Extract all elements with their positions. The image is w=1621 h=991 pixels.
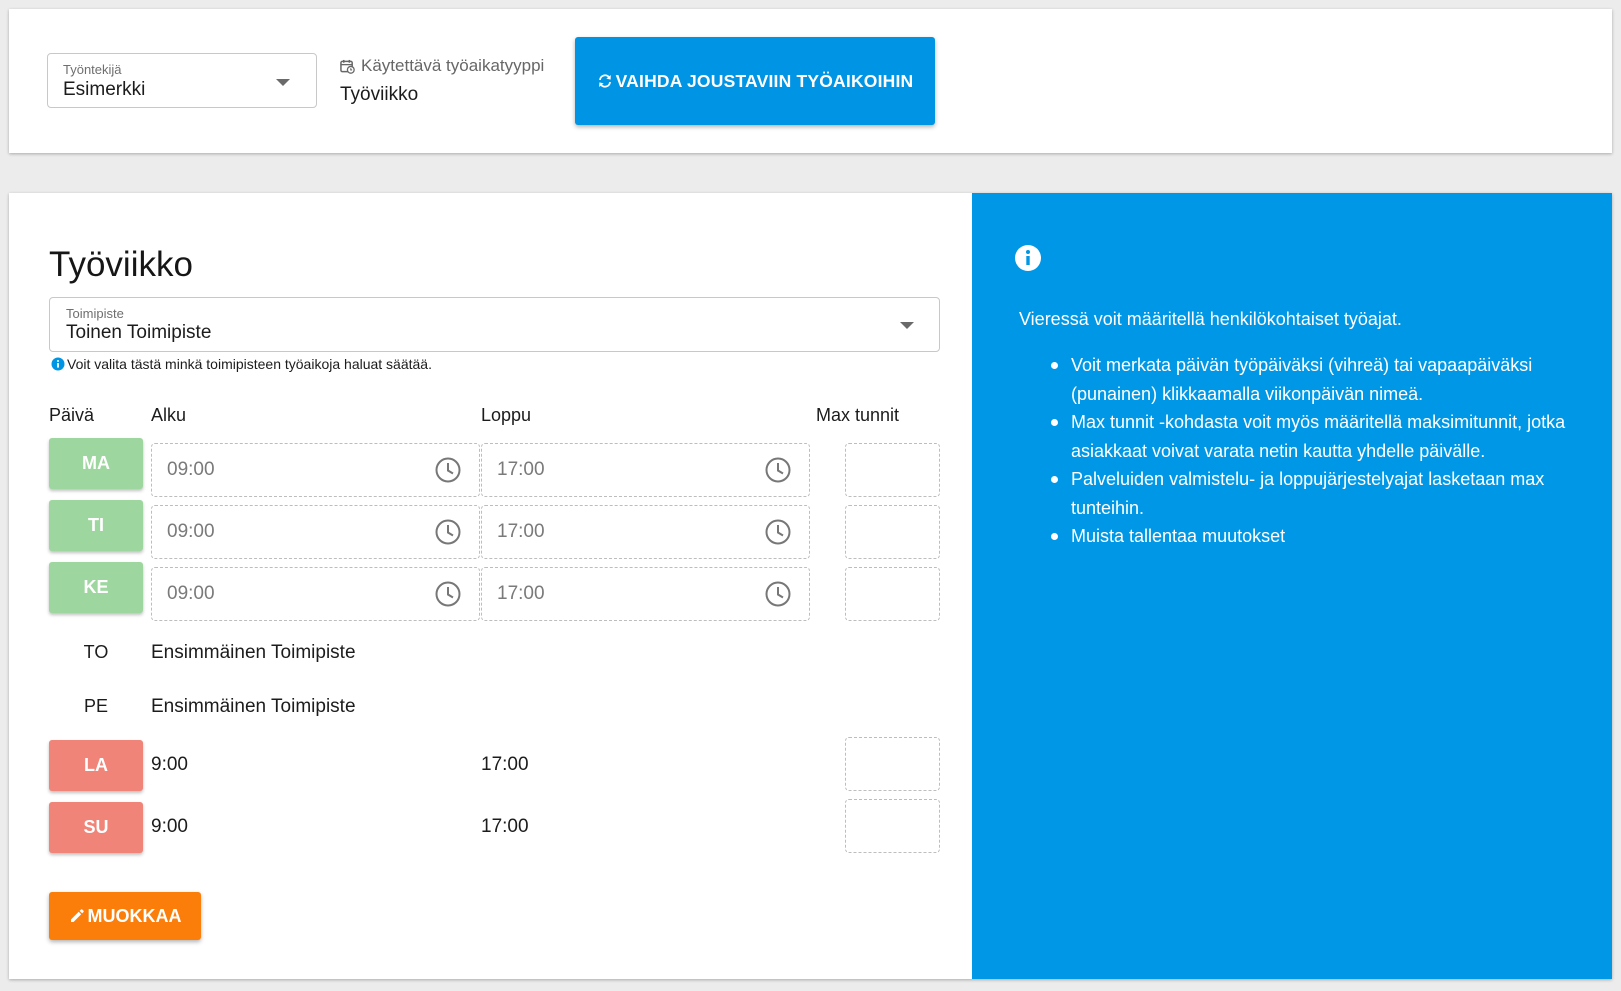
end-time-value: 17:00 (497, 521, 545, 542)
worktime-type-label-row: Käytettävä työaikatyyppi (340, 56, 544, 76)
switch-to-flexible-button[interactable]: VAIHDA JOUSTAVIIN TYÖAIKOIHIN (575, 37, 935, 125)
location-help-text: Voit valita tästä minkä toimipisteen työ… (67, 356, 432, 372)
max-hours-input[interactable] (845, 567, 940, 621)
clock-icon (765, 519, 791, 545)
start-time-input[interactable]: 09:00 (151, 505, 480, 559)
start-time-value: 09:00 (167, 583, 215, 604)
max-hours-input[interactable] (845, 799, 940, 853)
info-panel: Vieressä voit määritellä henkilökohtaise… (972, 193, 1612, 979)
info-circle-icon (51, 357, 65, 371)
pencil-icon (70, 909, 84, 922)
start-time-value: 09:00 (167, 459, 215, 480)
column-header-start: Alku (151, 405, 187, 425)
end-time-value: 17:00 (497, 583, 545, 604)
column-header-end: Loppu (481, 405, 532, 425)
chevron-down-icon (900, 322, 914, 329)
day-toggle-to[interactable]: TO (49, 642, 143, 663)
clock-icon (765, 457, 791, 483)
day-toggle-su[interactable]: SU (49, 802, 143, 853)
start-time-input[interactable]: 09:00 (151, 443, 480, 497)
other-location-text: Ensimmäinen Toimipiste (151, 696, 356, 717)
chevron-down-icon (276, 79, 290, 86)
employee-select-value: Esimerkki (63, 79, 146, 100)
info-list-item: Voit merkata päivän työpäiväksi (vihreä)… (1049, 351, 1569, 408)
end-time-input[interactable]: 17:00 (481, 567, 810, 621)
info-list-item: Muista tallentaa muutokset (1049, 522, 1569, 551)
edit-button[interactable]: MUOKKAA (49, 892, 201, 940)
column-header-max-hours: Max tunnit (816, 405, 900, 425)
end-time-input[interactable]: 17:00 (481, 443, 810, 497)
end-time-text: 17:00 (481, 816, 529, 837)
location-select[interactable]: Toimipiste Toinen Toimipiste (49, 297, 940, 352)
day-toggle-ke[interactable]: KE (49, 562, 143, 613)
start-time-text: 9:00 (151, 816, 188, 837)
other-location-text: Ensimmäinen Toimipiste (151, 642, 356, 663)
column-header-day: Päivä (49, 405, 95, 425)
info-list: Voit merkata päivän työpäiväksi (vihreä)… (1049, 351, 1569, 551)
calendar-clock-icon (340, 59, 355, 74)
worktime-type-label: Käytettävä työaikatyyppi (361, 56, 545, 75)
max-hours-input[interactable] (845, 505, 940, 559)
clock-icon (435, 581, 461, 607)
day-toggle-la[interactable]: LA (49, 740, 143, 791)
location-select-value: Toinen Toimipiste (66, 322, 212, 343)
info-icon (1015, 245, 1041, 271)
page-title: Työviikko (49, 245, 193, 284)
location-help: Voit valita tästä minkä toimipisteen työ… (51, 356, 432, 372)
end-time-value: 17:00 (497, 459, 545, 480)
schedule-card: Työviikko Toimipiste Toinen Toimipiste V… (9, 193, 1612, 979)
header-card: Työntekijä Esimerkki Käytettävä työaikat… (9, 9, 1612, 153)
max-hours-input[interactable] (845, 737, 940, 791)
edit-button-label: MUOKKAA (87, 905, 182, 926)
clock-icon (435, 519, 461, 545)
start-time-text: 9:00 (151, 754, 188, 775)
clock-icon (435, 457, 461, 483)
clock-icon (765, 581, 791, 607)
end-time-input[interactable]: 17:00 (481, 505, 810, 559)
sync-icon (598, 74, 611, 88)
start-time-input[interactable]: 09:00 (151, 567, 480, 621)
location-select-label: Toimipiste (66, 306, 124, 321)
end-time-text: 17:00 (481, 754, 529, 775)
day-toggle-pe[interactable]: PE (49, 696, 143, 717)
employee-select-label: Työntekijä (63, 62, 122, 77)
max-hours-input[interactable] (845, 443, 940, 497)
info-list-item: Max tunnit -kohdasta voit myös määritell… (1049, 408, 1569, 465)
switch-to-flexible-label: VAIHDA JOUSTAVIIN TYÖAIKOIHIN (615, 70, 914, 91)
day-toggle-ti[interactable]: TI (49, 500, 143, 551)
info-intro: Vieressä voit määritellä henkilökohtaise… (1019, 309, 1402, 329)
start-time-value: 09:00 (167, 521, 215, 542)
worktime-type-value: Työviikko (340, 84, 419, 105)
info-list-item: Palveluiden valmistelu- ja loppujärjeste… (1049, 465, 1569, 522)
employee-select[interactable]: Työntekijä Esimerkki (47, 53, 317, 108)
day-toggle-ma[interactable]: MA (49, 438, 143, 489)
